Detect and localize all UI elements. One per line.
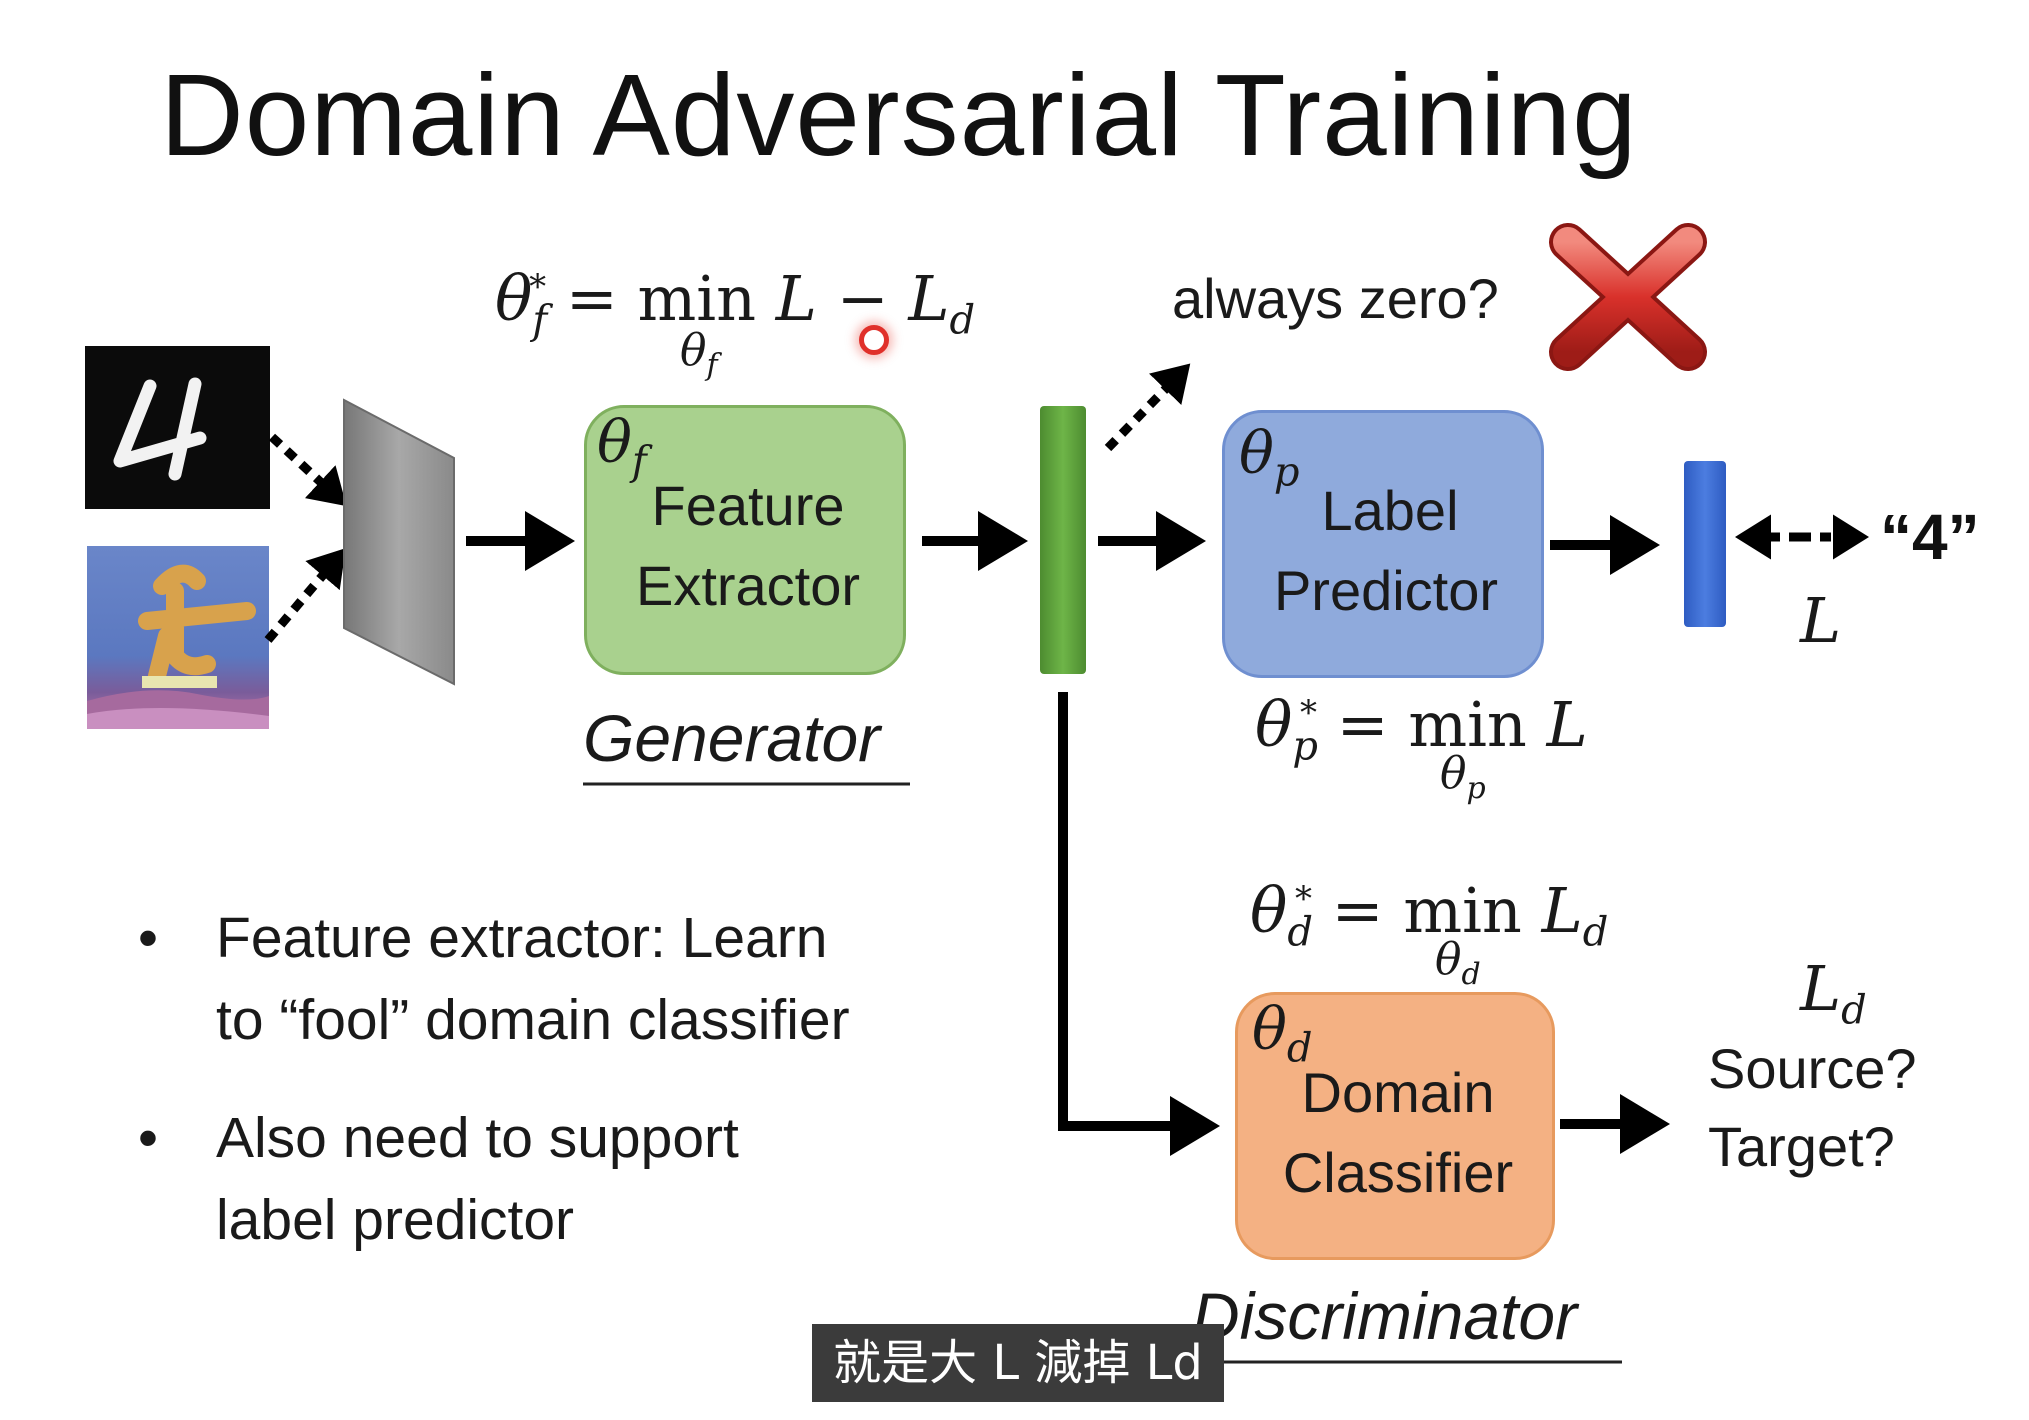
arrow-to-domain-classifier bbox=[1058, 692, 1220, 1156]
generator-label: Generator bbox=[583, 701, 881, 775]
input-arrow-top bbox=[268, 433, 347, 507]
label-equation-under: θp bbox=[1440, 748, 1486, 806]
input-layer-shape bbox=[343, 398, 455, 686]
discriminator-label: Discriminator bbox=[1192, 1279, 1578, 1353]
label-predictor-label: Label Predictor bbox=[1273, 479, 1499, 622]
domain-output-target: Target? bbox=[1708, 1115, 1895, 1178]
domain-classifier-box: θd Domain Classifier bbox=[1235, 992, 1555, 1260]
always-zero-arrow bbox=[1104, 363, 1191, 452]
input-arrow-bottom bbox=[264, 548, 346, 643]
label-output-bar bbox=[1684, 461, 1726, 627]
feature-extractor-box: θf Feature Extractor bbox=[584, 405, 906, 675]
domain-loss: Ld bbox=[1800, 952, 1867, 1034]
label-loss: L bbox=[1800, 584, 1842, 657]
domain-equation: θd* = min Ld bbox=[1250, 874, 1609, 956]
bullet-1: • Feature extractor: Learn to “fool” dom… bbox=[138, 906, 850, 1052]
domain-equation-under: θd bbox=[1435, 934, 1481, 992]
domain-output-source: Source? bbox=[1708, 1037, 1917, 1100]
feature-extractor-label: Feature Extractor bbox=[635, 474, 861, 617]
label-equation: θp* = min L bbox=[1255, 688, 1588, 770]
label-predictor-box: θp Label Predictor bbox=[1222, 410, 1544, 678]
feature-vector-bar bbox=[1040, 406, 1086, 674]
video-subtitle: 就是大 L 減掉 Ld bbox=[812, 1324, 1224, 1402]
bullet-2: • Also need to support label predictor bbox=[138, 1106, 739, 1252]
label-output-text: “4” bbox=[1880, 501, 1980, 573]
domain-classifier-label: Domain Classifier bbox=[1282, 1061, 1514, 1204]
